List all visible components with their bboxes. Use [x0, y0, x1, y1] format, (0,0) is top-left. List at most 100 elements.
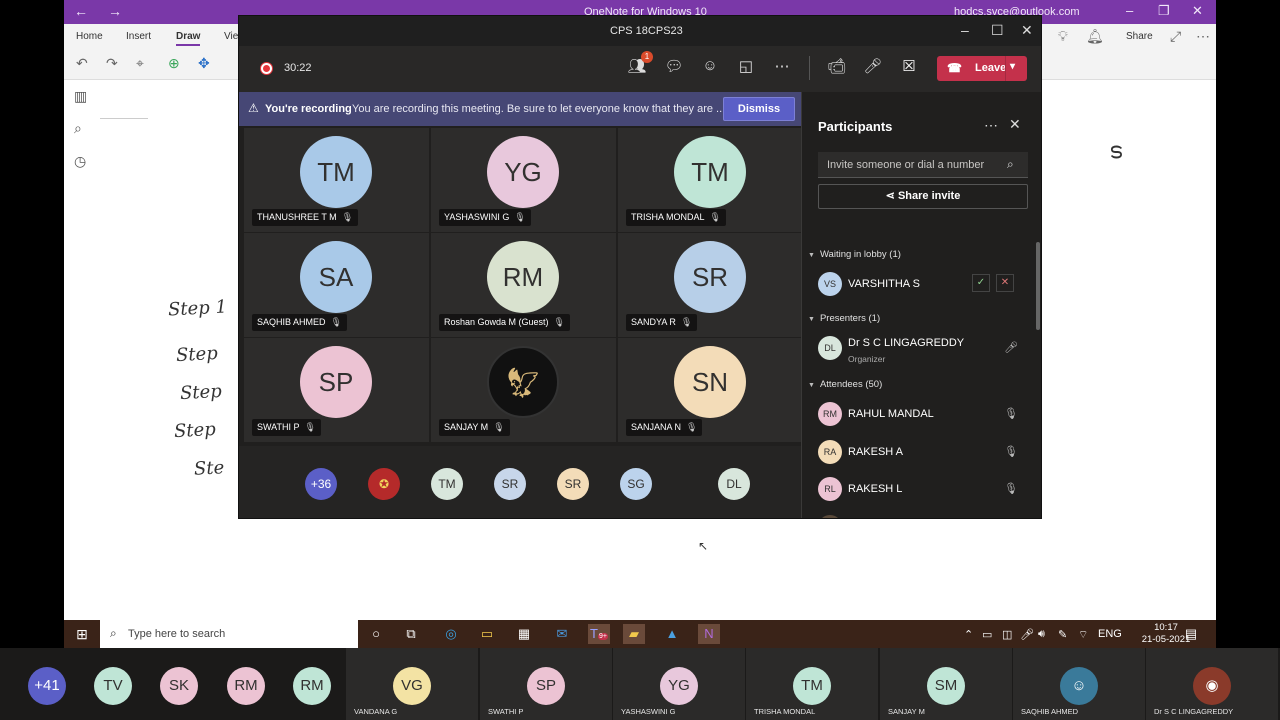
- windows-start-icon[interactable]: ⊞: [64, 620, 100, 648]
- mic-tray-icon[interactable]: 🎤︎: [1020, 628, 1034, 641]
- avatar[interactable]: DL: [718, 468, 750, 500]
- gallery-cell[interactable]: SP SWATHI P: [480, 648, 612, 720]
- minimize-icon[interactable]: –: [1126, 3, 1133, 18]
- volume-icon[interactable]: 🔊︎: [1038, 628, 1045, 641]
- redo-icon[interactable]: ↷: [106, 55, 118, 72]
- more-participants-button[interactable]: +41: [28, 667, 66, 705]
- attendee-row[interactable]: RAKESH N🎙︎: [818, 513, 1028, 518]
- close-icon[interactable]: ✕: [1009, 116, 1021, 133]
- tab-draw[interactable]: Draw: [176, 31, 201, 46]
- admit-button[interactable]: ✓: [972, 274, 990, 292]
- onenote-icon[interactable]: N: [698, 624, 720, 644]
- photos-icon[interactable]: ▲: [661, 624, 683, 644]
- more-icon[interactable]: ⋯: [1196, 28, 1210, 45]
- lobby-row[interactable]: VS VARSHITHA S ✓ ✕: [818, 270, 1028, 298]
- attendee-row[interactable]: RM RAHUL MANDAL 🎙︎: [818, 400, 1028, 428]
- chevron-up-icon[interactable]: ⌃: [964, 628, 973, 641]
- deny-button[interactable]: ✕: [996, 274, 1014, 292]
- video-tile[interactable]: SR SANDYA R 🎙︎: [618, 233, 803, 337]
- gallery-cell[interactable]: ☺ SAQHIB AHMED: [1013, 648, 1145, 720]
- presenters-section-header[interactable]: ▼ Presenters (1): [808, 313, 880, 324]
- gallery-cell[interactable]: +41: [28, 648, 72, 720]
- gallery-cell[interactable]: TV: [94, 648, 138, 720]
- leave-button[interactable]: ☎ Leave ▾: [937, 56, 1027, 81]
- lasso-icon[interactable]: ⌖: [136, 55, 144, 72]
- video-tile[interactable]: YG YASHASWINI G 🎙︎: [431, 128, 616, 232]
- tab-insert[interactable]: Insert: [126, 31, 151, 42]
- search-icon[interactable]: ⌕: [74, 120, 82, 137]
- presenter-row[interactable]: DL Dr S C LINGAGREDDY Organizer 🎤︎: [818, 334, 1028, 364]
- minimize-icon[interactable]: –: [961, 22, 969, 38]
- dismiss-button[interactable]: Dismiss: [723, 97, 795, 121]
- gallery-cell[interactable]: SK: [160, 648, 204, 720]
- add-space-icon[interactable]: ⊕: [168, 55, 180, 72]
- language-indicator[interactable]: ENG: [1098, 628, 1122, 640]
- more-actions-icon[interactable]: ⋯: [770, 57, 794, 75]
- gallery-cell[interactable]: RM: [227, 648, 271, 720]
- gallery-cell[interactable]: ◉ Dr S C LINGAGREDDY: [1146, 648, 1278, 720]
- lobby-section-header[interactable]: ▼ Waiting in lobby (1): [808, 249, 901, 260]
- avatar[interactable]: SR: [494, 468, 526, 500]
- share-invite-button[interactable]: ⋖ Share invite: [818, 184, 1028, 209]
- avatar[interactable]: ✪: [368, 468, 400, 500]
- gallery-cell[interactable]: SM SANJAY M: [880, 648, 1012, 720]
- camera-off-icon[interactable]: 📹︎: [825, 57, 849, 75]
- attendee-row[interactable]: RA RAKESH A 🎙︎: [818, 438, 1028, 466]
- cortana-icon[interactable]: ○: [365, 624, 387, 644]
- search-icon[interactable]: ⌕: [1007, 157, 1014, 172]
- microphone-icon[interactable]: 🎤︎: [861, 57, 885, 75]
- chat-icon[interactable]: 💬︎: [662, 57, 686, 75]
- gallery-cell[interactable]: VG VANDANA G: [346, 648, 478, 720]
- rooms-icon[interactable]: ◱: [734, 57, 758, 75]
- avatar[interactable]: SR: [557, 468, 589, 500]
- sticky-notes-icon[interactable]: ▰: [623, 624, 645, 644]
- video-tile[interactable]: TM THANUSHREE T M 🎙︎: [244, 128, 429, 232]
- gallery-cell[interactable]: YG YASHASWINI G: [613, 648, 745, 720]
- close-icon[interactable]: ✕: [1021, 22, 1033, 39]
- battery-icon[interactable]: ▭: [982, 628, 992, 641]
- more-participants-button[interactable]: +36: [305, 468, 337, 500]
- share-screen-icon[interactable]: ☒: [897, 57, 921, 75]
- file-explorer-icon[interactable]: ▭: [476, 624, 498, 644]
- avatar[interactable]: TM: [431, 468, 463, 500]
- invite-input[interactable]: [818, 152, 1028, 178]
- pen-icon[interactable]: ✎: [1058, 628, 1067, 641]
- tab-view[interactable]: Vie: [224, 31, 238, 42]
- reactions-icon[interactable]: ☺: [698, 57, 722, 74]
- tab-home[interactable]: Home: [76, 31, 103, 42]
- network-icon[interactable]: ◫: [1002, 628, 1012, 641]
- edge-icon[interactable]: ◎: [440, 624, 462, 644]
- notifications-icon[interactable]: ▤: [1180, 624, 1202, 644]
- taskbar-search-input[interactable]: [128, 624, 348, 644]
- chevron-down-icon[interactable]: ▾: [1010, 61, 1015, 72]
- store-icon[interactable]: ▦: [513, 624, 535, 644]
- undo-icon[interactable]: ↶: [76, 55, 88, 72]
- bell-icon[interactable]: 🔔︎: [1086, 28, 1104, 45]
- gallery-cell[interactable]: TM TRISHA MONDAL: [746, 648, 878, 720]
- attendees-section-header[interactable]: ▼ Attendees (50): [808, 379, 882, 390]
- gallery-cell[interactable]: RM: [293, 648, 337, 720]
- video-tile[interactable]: 🦅︎ SANJAY M 🎙︎: [431, 338, 616, 442]
- mail-icon[interactable]: ✉: [551, 624, 573, 644]
- attendee-row[interactable]: RL RAKESH L 🎙︎: [818, 475, 1028, 503]
- task-view-icon[interactable]: ⧉: [400, 624, 422, 644]
- expand-icon[interactable]: ⤢: [1170, 28, 1181, 45]
- share-button[interactable]: Share: [1126, 31, 1153, 42]
- pan-icon[interactable]: ✥: [198, 55, 210, 72]
- video-tile[interactable]: TM TRISHA MONDAL 🎙︎: [618, 128, 803, 232]
- maximize-icon[interactable]: ❐: [1158, 3, 1170, 19]
- wifi-icon[interactable]: ⌔: [1078, 628, 1088, 642]
- close-icon[interactable]: ✕: [1192, 3, 1203, 19]
- participants-icon[interactable]: 👥︎ 1: [625, 51, 653, 75]
- lightbulb-icon[interactable]: 💡︎: [1058, 28, 1068, 45]
- notebooks-icon[interactable]: ▥: [74, 88, 87, 105]
- video-tile[interactable]: RM Roshan Gowda M (Guest) 🎙︎: [431, 233, 616, 337]
- back-arrow-icon[interactable]: ←: [74, 3, 88, 19]
- more-icon[interactable]: ⋯: [984, 117, 998, 134]
- avatar[interactable]: SG: [620, 468, 652, 500]
- maximize-icon[interactable]: ☐: [991, 22, 1004, 39]
- video-tile[interactable]: SN SANJANA N 🎙︎: [618, 338, 803, 442]
- taskbar-search[interactable]: ⌕: [100, 620, 358, 648]
- panel-scrollbar[interactable]: [1036, 242, 1040, 330]
- video-tile[interactable]: SA SAQHIB AHMED 🎙︎: [244, 233, 429, 337]
